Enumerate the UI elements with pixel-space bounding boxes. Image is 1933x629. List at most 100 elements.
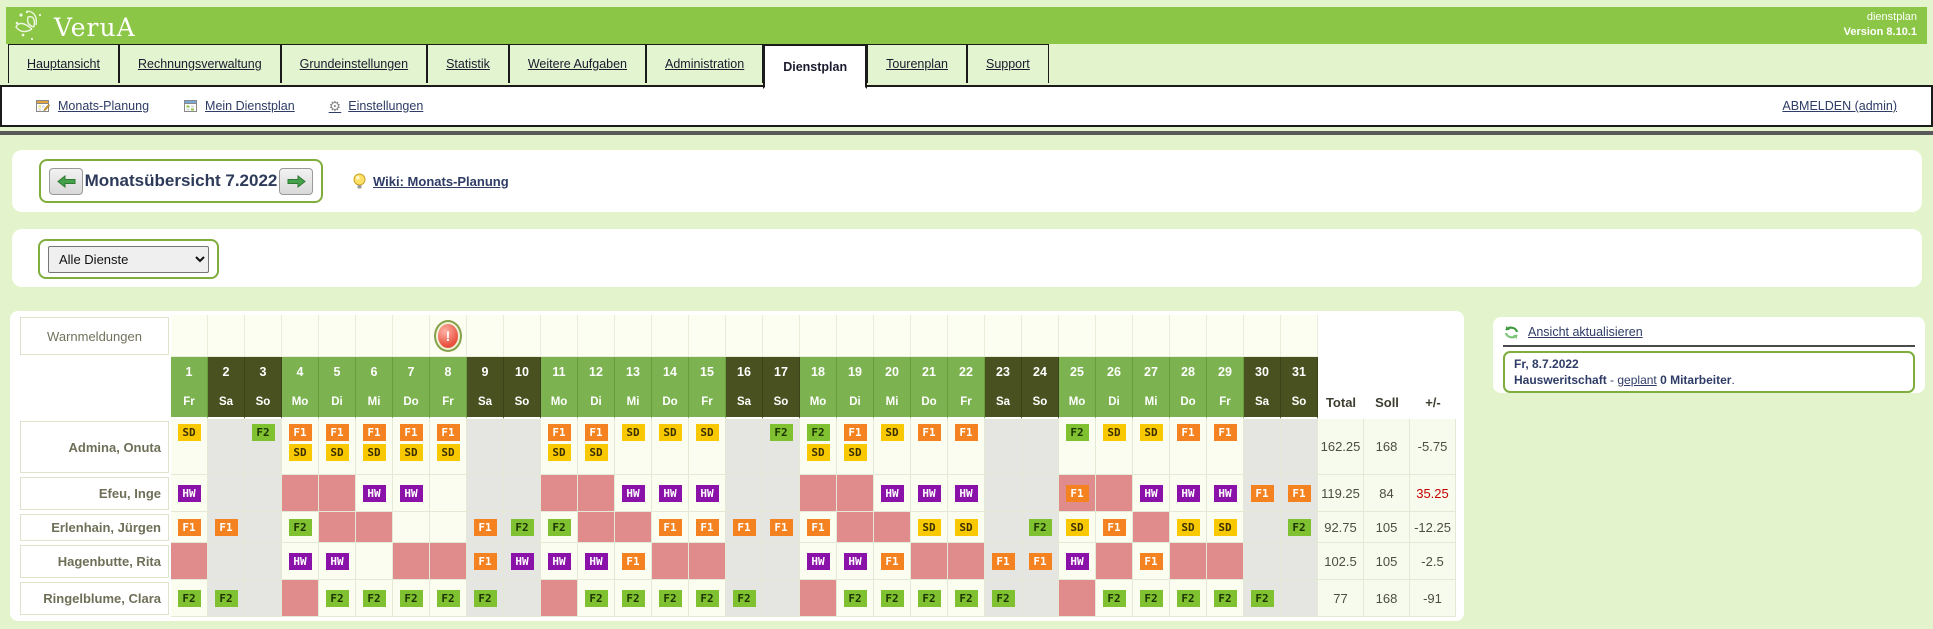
roster-cell-day-5[interactable] [319,512,356,543]
roster-cell-day-8[interactable] [430,512,467,543]
roster-cell-day-28[interactable]: F2 [1170,580,1207,617]
roster-cell-day-2[interactable] [208,419,245,475]
roster-cell-day-3[interactable] [245,580,282,617]
roster-cell-day-8[interactable]: F2 [430,580,467,617]
roster-cell-day-30[interactable]: F1 [1244,475,1281,512]
roster-cell-day-14[interactable] [652,543,689,580]
next-month-button[interactable] [279,168,313,195]
roster-cell-day-2[interactable] [208,475,245,512]
roster-cell-day-21[interactable]: SD [911,512,948,543]
tab-statistik[interactable]: Statistik [427,44,509,83]
tab-rechnungsverwaltung[interactable]: Rechnungsverwaltung [119,44,281,83]
roster-cell-day-17[interactable] [763,475,800,512]
wiki-link[interactable]: Wiki: Monats-Planung [373,174,509,189]
roster-cell-day-15[interactable] [689,543,726,580]
roster-cell-day-7[interactable]: F2 [393,580,430,617]
roster-cell-day-9[interactable]: F1 [467,543,504,580]
warn-cell-day-8[interactable]: ! [430,315,467,357]
roster-cell-day-29[interactable]: F2 [1207,580,1244,617]
roster-cell-day-24[interactable] [1022,475,1059,512]
roster-cell-day-16[interactable]: F2 [726,580,763,617]
roster-cell-day-6[interactable]: F1SD [356,419,393,475]
roster-cell-day-23[interactable] [985,419,1022,475]
roster-cell-day-9[interactable]: F1 [467,512,504,543]
roster-cell-day-12[interactable] [578,512,615,543]
roster-cell-day-14[interactable]: F2 [652,580,689,617]
roster-cell-day-9[interactable]: F2 [467,580,504,617]
roster-cell-day-29[interactable]: F1 [1207,419,1244,475]
roster-cell-day-31[interactable] [1281,543,1318,580]
tab-dienstplan[interactable]: Dienstplan [763,44,867,89]
roster-cell-day-31[interactable] [1281,419,1318,475]
roster-cell-day-23[interactable] [985,475,1022,512]
roster-cell-day-7[interactable] [393,512,430,543]
roster-cell-day-6[interactable] [356,512,393,543]
roster-cell-day-22[interactable]: SD [948,512,985,543]
tab-support[interactable]: Support [967,44,1049,83]
roster-cell-day-20[interactable] [874,512,911,543]
roster-cell-day-6[interactable]: HW [356,475,393,512]
subnav-einstellungen[interactable]: ⚙ Einstellungen [329,98,424,115]
roster-cell-day-10[interactable] [504,475,541,512]
roster-cell-day-5[interactable]: HW [319,543,356,580]
roster-cell-day-19[interactable] [837,512,874,543]
roster-cell-day-20[interactable]: SD [874,419,911,475]
roster-cell-day-26[interactable]: SD [1096,419,1133,475]
roster-cell-day-17[interactable] [763,543,800,580]
roster-cell-day-3[interactable]: F2 [245,419,282,475]
warning-icon[interactable]: ! [438,324,458,348]
roster-cell-day-5[interactable] [319,475,356,512]
roster-cell-day-15[interactable]: F1 [689,512,726,543]
roster-cell-day-24[interactable]: F1 [1022,543,1059,580]
roster-cell-day-25[interactable]: F1 [1059,475,1096,512]
roster-cell-day-15[interactable]: HW [689,475,726,512]
roster-cell-day-2[interactable]: F1 [208,512,245,543]
roster-cell-day-30[interactable] [1244,543,1281,580]
roster-cell-day-29[interactable] [1207,543,1244,580]
roster-cell-day-10[interactable] [504,419,541,475]
roster-cell-day-8[interactable] [430,543,467,580]
roster-cell-day-12[interactable] [578,475,615,512]
roster-cell-day-23[interactable]: F1 [985,543,1022,580]
employee-name[interactable]: Admina, Onuta [18,419,171,475]
roster-cell-day-1[interactable]: F2 [171,580,208,617]
roster-cell-day-31[interactable]: F1 [1281,475,1318,512]
roster-cell-day-15[interactable]: F2 [689,580,726,617]
employee-name[interactable]: Erlenhain, Jürgen [18,512,171,543]
roster-cell-day-28[interactable]: SD [1170,512,1207,543]
roster-cell-day-21[interactable]: HW [911,475,948,512]
roster-cell-day-11[interactable]: F2 [541,512,578,543]
roster-cell-day-27[interactable]: HW [1133,475,1170,512]
roster-cell-day-8[interactable]: F1SD [430,419,467,475]
roster-cell-day-27[interactable]: F2 [1133,580,1170,617]
roster-cell-day-12[interactable]: F2 [578,580,615,617]
service-filter-select[interactable]: Alle Dienste [48,246,209,273]
roster-cell-day-31[interactable]: F2 [1281,512,1318,543]
roster-cell-day-5[interactable]: F2 [319,580,356,617]
roster-cell-day-30[interactable]: F2 [1244,580,1281,617]
roster-cell-day-4[interactable]: HW [282,543,319,580]
roster-cell-day-18[interactable] [800,475,837,512]
roster-cell-day-18[interactable]: F1 [800,512,837,543]
roster-cell-day-22[interactable] [948,543,985,580]
roster-cell-day-16[interactable] [726,419,763,475]
roster-cell-day-7[interactable] [393,543,430,580]
roster-cell-day-10[interactable]: F2 [504,512,541,543]
roster-cell-day-15[interactable]: SD [689,419,726,475]
roster-cell-day-22[interactable]: F1 [948,419,985,475]
employee-name[interactable]: Ringelblume, Clara [18,580,171,617]
roster-cell-day-19[interactable]: F1SD [837,419,874,475]
roster-cell-day-16[interactable] [726,543,763,580]
roster-cell-day-19[interactable] [837,475,874,512]
roster-cell-day-25[interactable]: HW [1059,543,1096,580]
roster-cell-day-20[interactable]: HW [874,475,911,512]
roster-cell-day-13[interactable]: HW [615,475,652,512]
roster-cell-day-24[interactable]: F2 [1022,512,1059,543]
roster-cell-day-26[interactable] [1096,475,1133,512]
roster-cell-day-12[interactable]: HW [578,543,615,580]
employee-name[interactable]: Efeu, Inge [18,475,171,512]
tab-grundeinstellungen[interactable]: Grundeinstellungen [281,44,427,83]
employee-name[interactable]: Hagenbutte, Rita [18,543,171,580]
roster-cell-day-7[interactable]: HW [393,475,430,512]
roster-cell-day-19[interactable]: F2 [837,580,874,617]
